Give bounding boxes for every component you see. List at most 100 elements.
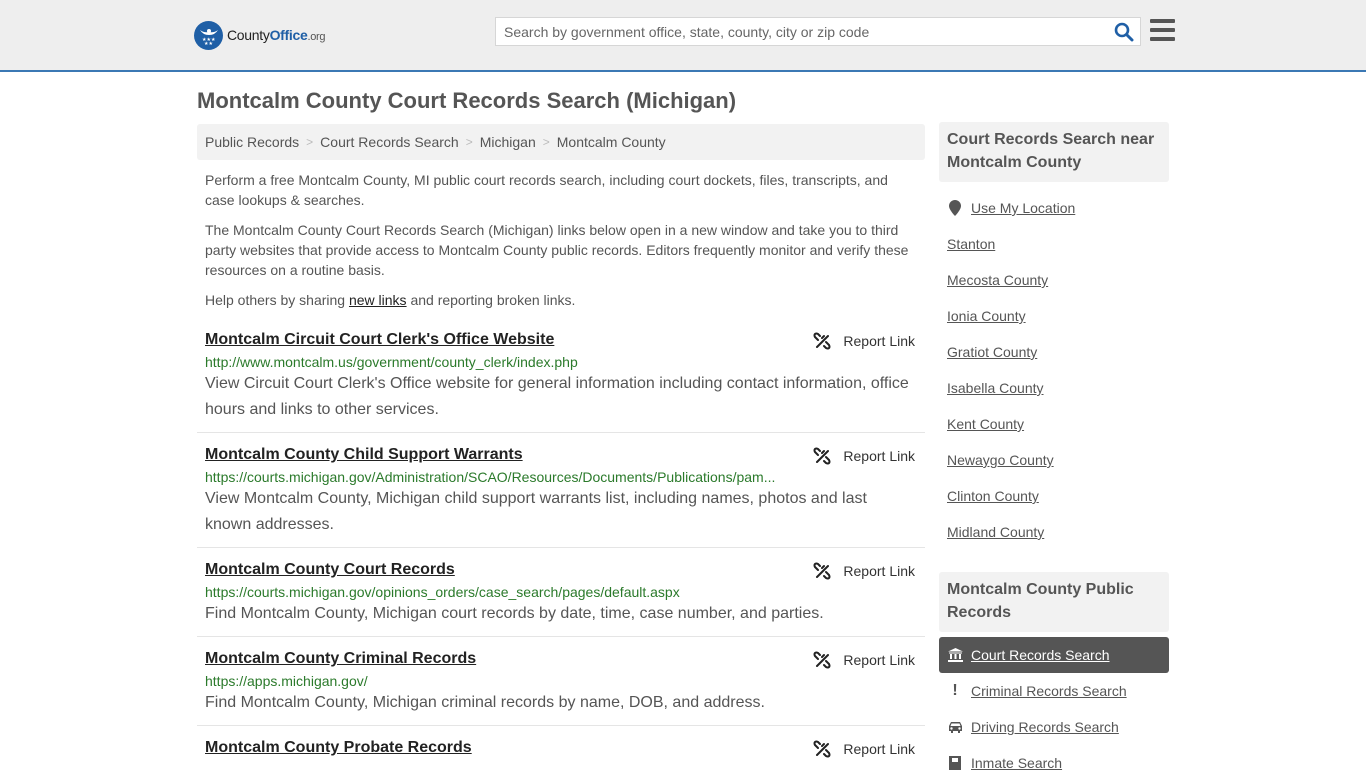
result-title-link[interactable]: Montcalm County Court Records bbox=[205, 561, 455, 579]
result-item: Montcalm County Court Records Report Lin… bbox=[197, 558, 925, 637]
result-url[interactable]: https://apps.michigan.gov/ bbox=[205, 673, 777, 689]
nearby-item: Mecosta County bbox=[939, 262, 1169, 298]
broken-link-icon bbox=[813, 332, 831, 350]
new-links-link[interactable]: new links bbox=[349, 292, 407, 308]
use-my-location-item: Use My Location bbox=[939, 190, 1169, 226]
result-title-link[interactable]: Montcalm County Probate Records bbox=[205, 739, 472, 757]
svg-text:★★: ★★ bbox=[204, 41, 213, 46]
nearby-link-kent-county[interactable]: Kent County bbox=[947, 416, 1024, 432]
help-text-before: Help others by sharing bbox=[205, 292, 349, 308]
menu-bar bbox=[1150, 19, 1175, 23]
map-marker-icon bbox=[947, 200, 963, 216]
results-list: Montcalm Circuit Court Clerk's Office We… bbox=[197, 328, 925, 758]
public-records-item-criminal-records-search: ! Criminal Records Search bbox=[939, 673, 1169, 709]
sidebar-nearby-heading: Court Records Search near Montcalm Count… bbox=[939, 122, 1169, 182]
nearby-list: Use My Location Stanton Mecosta County I… bbox=[939, 190, 1169, 550]
intro-text: Perform a free Montcalm County, MI publi… bbox=[205, 170, 917, 320]
result-item: Montcalm County Criminal Records Report … bbox=[197, 647, 925, 726]
use-my-location-link[interactable]: Use My Location bbox=[971, 200, 1075, 216]
nearby-item: Kent County bbox=[939, 406, 1169, 442]
intro-paragraph: The Montcalm County Court Records Search… bbox=[205, 222, 909, 278]
nearby-item: Isabella County bbox=[939, 370, 1169, 406]
search-box bbox=[495, 17, 1141, 46]
report-link-button[interactable]: Report Link bbox=[813, 562, 915, 580]
logo-tld: .org bbox=[307, 31, 326, 43]
nearby-item: Gratiot County bbox=[939, 334, 1169, 370]
sidebar-public-records: Montcalm County Public Records Court Rec… bbox=[939, 572, 1169, 781]
result-title-link[interactable]: Montcalm County Criminal Records bbox=[205, 650, 476, 668]
logo-word-county: County bbox=[227, 27, 270, 43]
nearby-link-stanton[interactable]: Stanton bbox=[947, 236, 995, 252]
broken-link-icon bbox=[813, 740, 831, 758]
report-link-button[interactable]: Report Link bbox=[813, 332, 915, 350]
report-link-label: Report Link bbox=[843, 333, 915, 349]
nearby-item: Ionia County bbox=[939, 298, 1169, 334]
result-item: Montcalm County Child Support Warrants R… bbox=[197, 443, 925, 548]
breadcrumb-montcalm-county[interactable]: Montcalm County bbox=[557, 134, 666, 150]
sidebar-nearby: Court Records Search near Montcalm Count… bbox=[939, 122, 1169, 550]
breadcrumb-court-records-search[interactable]: Court Records Search bbox=[320, 134, 459, 150]
broken-link-icon bbox=[813, 562, 831, 580]
public-records-link[interactable]: Inmate Search bbox=[971, 755, 1062, 771]
hamburger-menu-icon[interactable] bbox=[1150, 19, 1175, 43]
menu-bar bbox=[1150, 37, 1175, 41]
eagle-logo-icon: ★★★ ★★ bbox=[194, 20, 223, 50]
breadcrumb-public-records[interactable]: Public Records bbox=[205, 134, 299, 150]
intro-paragraph: Perform a free Montcalm County, MI publi… bbox=[205, 172, 888, 208]
report-link-button[interactable]: Report Link bbox=[813, 447, 915, 465]
help-text-after: and reporting broken links. bbox=[406, 292, 576, 308]
public-records-link[interactable]: Criminal Records Search bbox=[971, 683, 1127, 699]
search-button[interactable] bbox=[1114, 22, 1134, 42]
nearby-item: Midland County bbox=[939, 514, 1169, 550]
public-records-item-driving-records-search: Driving Records Search bbox=[939, 709, 1169, 745]
breadcrumb-separator: > bbox=[465, 135, 473, 149]
nearby-link-gratiot-county[interactable]: Gratiot County bbox=[947, 344, 1037, 360]
result-description: View Circuit Court Clerk's Office websit… bbox=[205, 375, 909, 418]
nearby-item: Newaygo County bbox=[939, 442, 1169, 478]
broken-link-icon bbox=[813, 447, 831, 465]
breadcrumb-michigan[interactable]: Michigan bbox=[480, 134, 536, 150]
report-link-button[interactable]: Report Link bbox=[813, 651, 915, 669]
result-item: Montcalm Circuit Court Clerk's Office We… bbox=[197, 328, 925, 433]
site-logo[interactable]: ★★★ ★★ CountyOffice.org bbox=[194, 20, 326, 50]
result-description: Find Montcalm County, Michigan court rec… bbox=[205, 605, 824, 622]
car-icon bbox=[947, 721, 963, 733]
public-records-link[interactable]: Court Records Search bbox=[971, 647, 1110, 663]
courthouse-icon bbox=[947, 648, 963, 662]
breadcrumb: Public Records > Court Records Search > … bbox=[197, 124, 925, 160]
public-records-item-court-records-search: Court Records Search bbox=[939, 637, 1169, 673]
result-description: Find Montcalm County, Michigan criminal … bbox=[205, 694, 765, 711]
public-records-item-inmate-search: Inmate Search bbox=[939, 745, 1169, 781]
page-title: Montcalm County Court Records Search (Mi… bbox=[197, 88, 737, 113]
broken-link-icon bbox=[813, 651, 831, 669]
nearby-item: Clinton County bbox=[939, 478, 1169, 514]
nearby-item: Stanton bbox=[939, 226, 1169, 262]
result-title-link[interactable]: Montcalm Circuit Court Clerk's Office We… bbox=[205, 331, 554, 349]
public-records-link[interactable]: Driving Records Search bbox=[971, 719, 1119, 735]
exclamation-icon: ! bbox=[952, 682, 958, 699]
public-records-list: Court Records Search ! Criminal Records … bbox=[939, 637, 1169, 781]
report-link-button[interactable]: Report Link bbox=[813, 740, 915, 758]
breadcrumb-separator: > bbox=[306, 135, 314, 149]
result-description: View Montcalm County, Michigan child sup… bbox=[205, 490, 867, 533]
site-header: ★★★ ★★ CountyOffice.org bbox=[0, 0, 1366, 72]
nearby-link-isabella-county[interactable]: Isabella County bbox=[947, 380, 1044, 396]
search-icon bbox=[1114, 22, 1134, 42]
nearby-link-mecosta-county[interactable]: Mecosta County bbox=[947, 272, 1048, 288]
breadcrumb-separator: > bbox=[542, 135, 550, 149]
nearby-link-midland-county[interactable]: Midland County bbox=[947, 524, 1044, 540]
result-title-link[interactable]: Montcalm County Child Support Warrants bbox=[205, 446, 523, 464]
report-link-label: Report Link bbox=[843, 741, 915, 757]
result-url[interactable]: http://www.montcalm.us/government/county… bbox=[205, 354, 777, 370]
nearby-link-clinton-county[interactable]: Clinton County bbox=[947, 488, 1039, 504]
report-link-label: Report Link bbox=[843, 448, 915, 464]
nearby-link-newaygo-county[interactable]: Newaygo County bbox=[947, 452, 1054, 468]
search-input[interactable] bbox=[496, 18, 1096, 45]
sidebar-public-records-heading: Montcalm County Public Records bbox=[939, 572, 1169, 632]
result-url[interactable]: https://courts.michigan.gov/Administrati… bbox=[205, 469, 777, 485]
intro-paragraph-help: Help others by sharing new links and rep… bbox=[205, 290, 917, 310]
nearby-link-ionia-county[interactable]: Ionia County bbox=[947, 308, 1026, 324]
result-url[interactable]: https://courts.michigan.gov/opinions_ord… bbox=[205, 584, 777, 600]
logo-word-office: Office bbox=[269, 27, 308, 43]
menu-bar bbox=[1150, 28, 1175, 32]
